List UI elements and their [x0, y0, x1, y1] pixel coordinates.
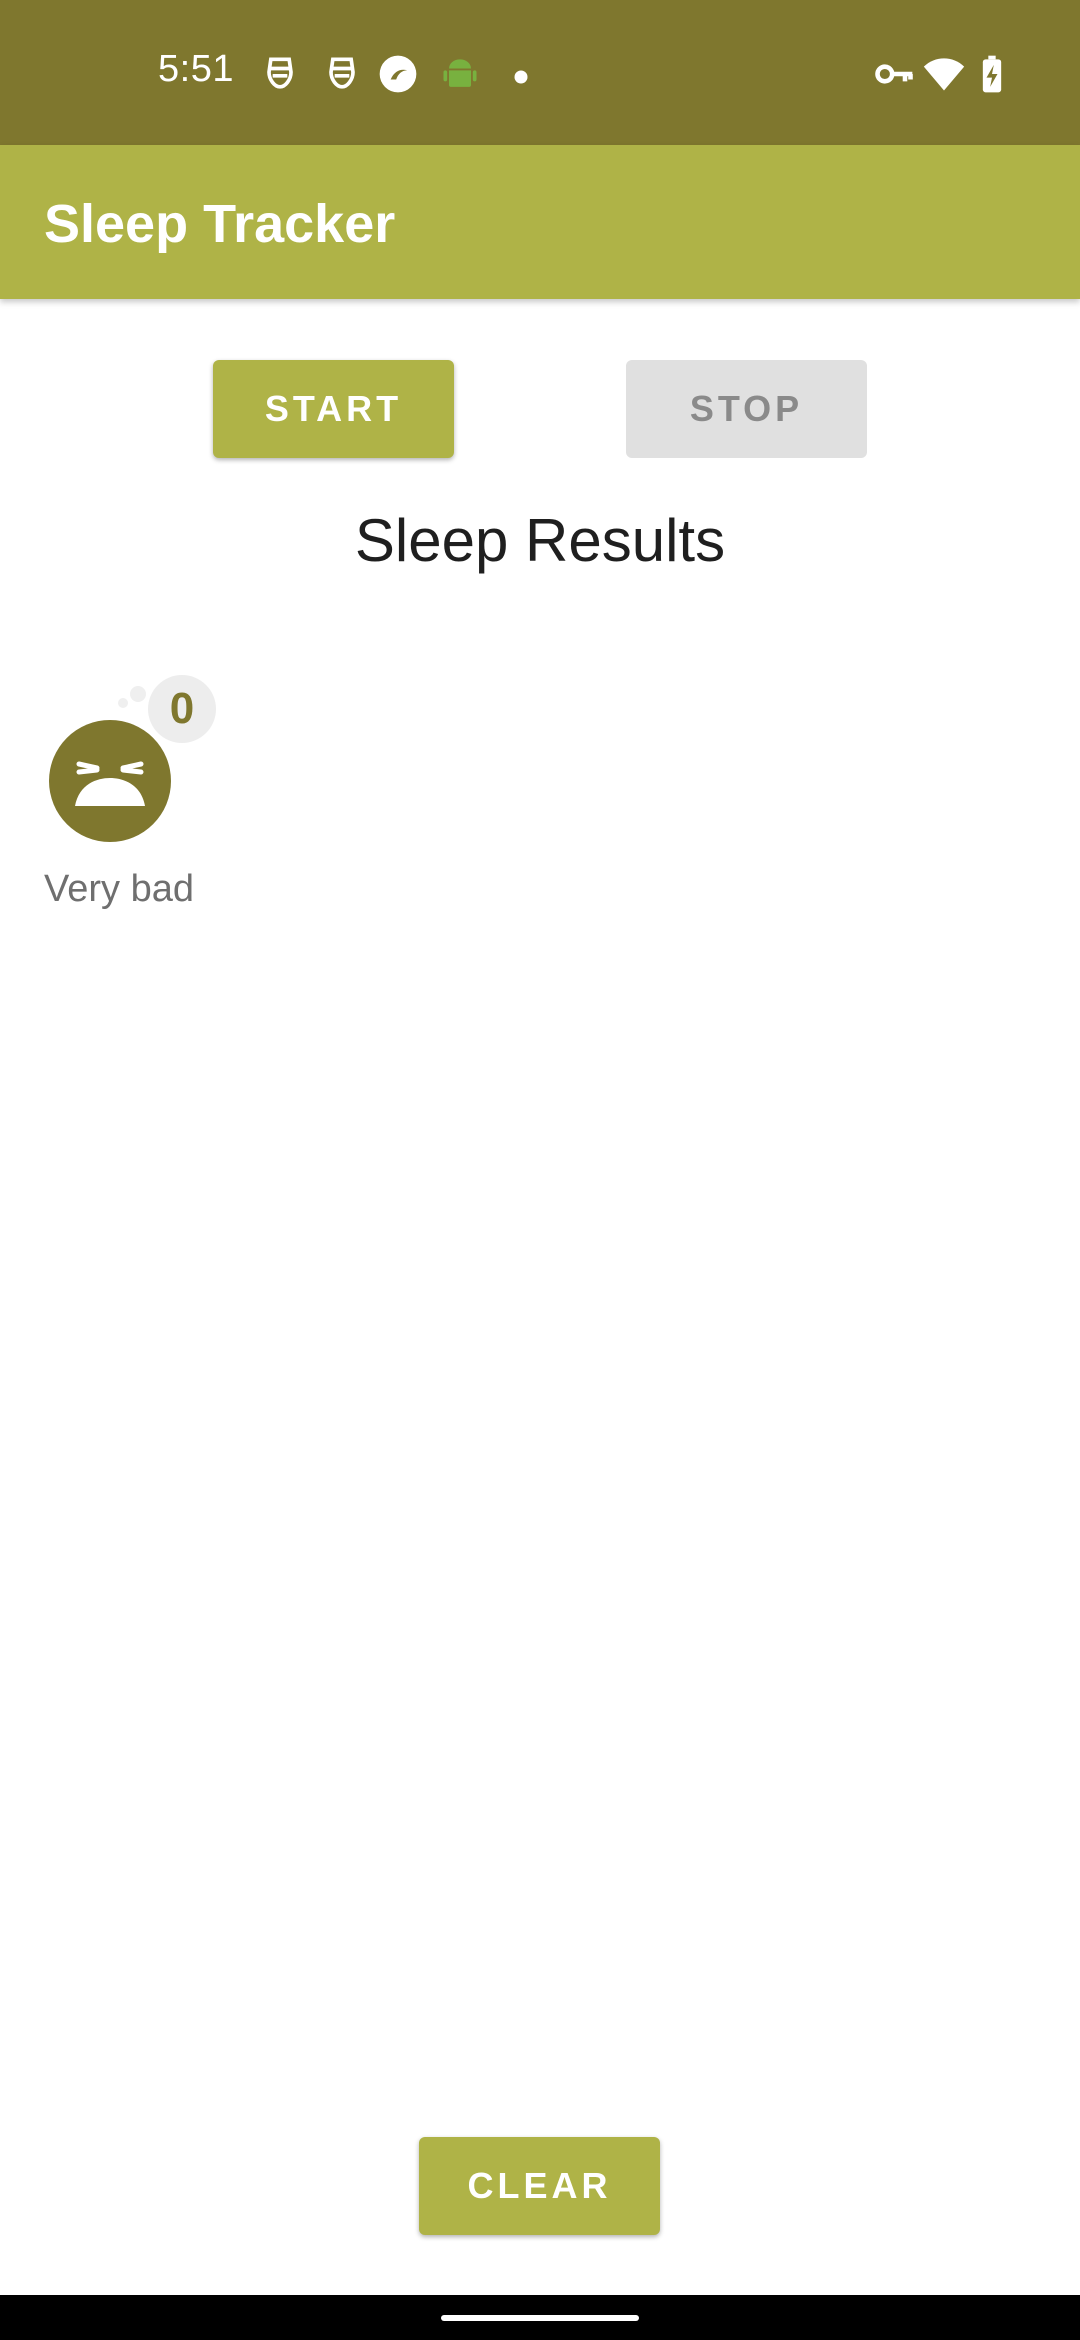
app-circle-icon — [376, 52, 420, 96]
face-mask-icon — [258, 52, 302, 96]
app-bar: Sleep Tracker — [0, 145, 1080, 299]
stop-button[interactable]: STOP — [626, 360, 867, 458]
navigation-bar — [0, 2295, 1080, 2340]
sleep-quality-label: Very bad — [44, 868, 194, 910]
app-title: Sleep Tracker — [44, 194, 396, 254]
sleep-result-item[interactable]: 0 Very bad — [30, 672, 230, 922]
very-bad-sleep-face-icon — [49, 720, 171, 842]
home-gesture-handle[interactable] — [441, 2315, 639, 2321]
clear-button[interactable]: CLEAR — [419, 2137, 660, 2235]
section-title: Sleep Results — [354, 507, 726, 574]
status-bar: 5:51 — [0, 0, 1080, 145]
battery-charging-icon — [970, 52, 1014, 96]
status-time: 5:51 — [158, 48, 234, 90]
vpn-key-icon — [872, 52, 916, 96]
android-icon — [438, 52, 482, 96]
wifi-icon — [922, 52, 966, 96]
thought-bubble-dot — [118, 698, 128, 708]
thought-bubble-dot — [130, 686, 146, 702]
start-button[interactable]: START — [213, 360, 454, 458]
dot-icon — [508, 64, 534, 90]
face-mask-icon — [320, 52, 364, 96]
